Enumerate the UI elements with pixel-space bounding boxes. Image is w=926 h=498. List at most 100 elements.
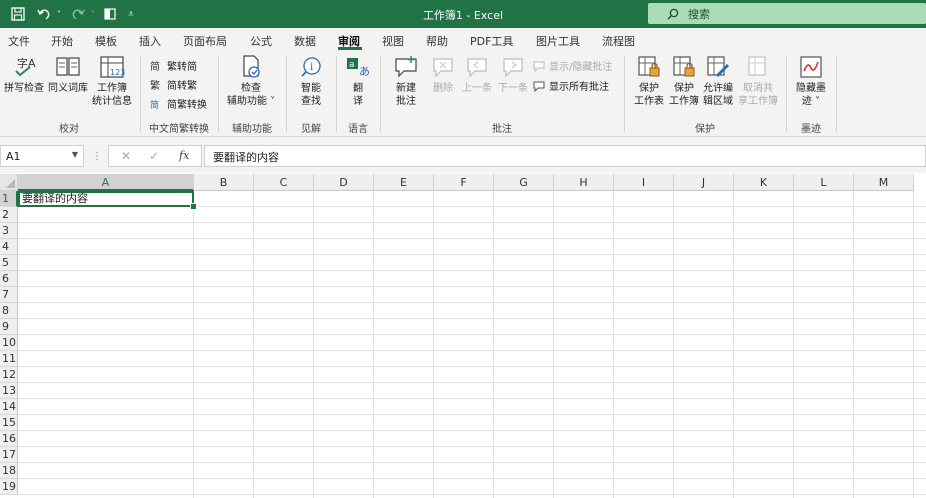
previous-comment-button[interactable]: 上一条 xyxy=(460,54,494,95)
delete-comment-button[interactable]: 删除 xyxy=(428,54,458,95)
ribbon-tabs: 文件 开始 模板 插入 页面布局 公式 数据 审阅 视图 帮助 PDF工具 图片… xyxy=(0,28,926,50)
check-accessibility-button[interactable]: 检查 辅助功能 ˅ xyxy=(222,54,280,108)
workbook-stats-button[interactable]: 123 工作簿 统计信息 xyxy=(90,54,134,108)
column-header-D[interactable]: D xyxy=(314,174,374,191)
row-header-17[interactable]: 17 xyxy=(0,447,18,463)
column-header-J[interactable]: J xyxy=(674,174,734,191)
simp-to-trad-button[interactable]: 繁 简转繁 xyxy=(150,77,197,93)
next-comment-button[interactable]: 下一条 xyxy=(496,54,530,95)
unshare-workbook-icon xyxy=(744,54,772,80)
column-header-F[interactable]: F xyxy=(434,174,494,191)
tab-picture-tools[interactable]: 图片工具 xyxy=(536,33,580,49)
row-header-13[interactable]: 13 xyxy=(0,383,18,399)
cancel-icon[interactable]: ✕ xyxy=(121,149,131,163)
enter-icon[interactable]: ✓ xyxy=(149,149,159,163)
svg-text:あ: あ xyxy=(359,65,370,78)
tab-data[interactable]: 数据 xyxy=(294,33,316,49)
formula-bar-grip-icon: ⋮ xyxy=(92,151,102,162)
grid-line xyxy=(18,414,926,415)
tab-flowchart[interactable]: 流程图 xyxy=(602,33,635,49)
translate-button[interactable]: aあ 翻 译 xyxy=(340,54,376,108)
column-header-B[interactable]: B xyxy=(194,174,254,191)
tab-template[interactable]: 模板 xyxy=(95,33,117,49)
row-header-10[interactable]: 10 xyxy=(0,335,18,351)
protect-sheet-label-1: 保护 xyxy=(639,83,659,94)
row-header-9[interactable]: 9 xyxy=(0,319,18,335)
column-header-I[interactable]: I xyxy=(614,174,674,191)
column-header-A[interactable]: A xyxy=(18,174,194,191)
column-header-C[interactable]: C xyxy=(254,174,314,191)
accessibility-label-1: 检查 xyxy=(241,83,261,94)
column-header-L[interactable]: L xyxy=(794,174,854,191)
tab-file[interactable]: 文件 xyxy=(8,33,30,49)
row-header-6[interactable]: 6 xyxy=(0,271,18,287)
column-header-E[interactable]: E xyxy=(374,174,434,191)
show-hide-comment-button[interactable]: 显示/隐藏批注 xyxy=(532,58,612,73)
smart-lookup-button[interactable]: i 智能 查找 xyxy=(290,54,332,108)
row-header-16[interactable]: 16 xyxy=(0,431,18,447)
svg-text:字A: 字A xyxy=(17,56,36,70)
row-header-11[interactable]: 11 xyxy=(0,351,18,367)
hide-ink-button[interactable]: 隐藏墨 迹 ˅ xyxy=(790,54,832,108)
protect-workbook-button[interactable]: 保护 工作簿 xyxy=(666,54,702,108)
edit-ranges-label-1: 允许编 xyxy=(703,83,733,94)
protect-workbook-icon xyxy=(670,54,698,80)
row-header-5[interactable]: 5 xyxy=(0,255,18,271)
column-header-G[interactable]: G xyxy=(494,174,554,191)
row-header-8[interactable]: 8 xyxy=(0,303,18,319)
show-all-comments-button[interactable]: 显示所有批注 xyxy=(532,78,609,93)
row-header-4[interactable]: 4 xyxy=(0,239,18,255)
insert-function-icon[interactable]: fx xyxy=(179,149,189,162)
title-bar: ˅ ˅ ⩡ 工作簿1 - Excel 搜索 xyxy=(0,0,926,28)
grid-line xyxy=(18,286,926,287)
grid-line xyxy=(18,222,926,223)
formula-input[interactable]: 要翻译的内容 xyxy=(204,145,926,167)
row-header-15[interactable]: 15 xyxy=(0,415,18,431)
tab-view[interactable]: 视图 xyxy=(382,33,404,49)
tab-home[interactable]: 开始 xyxy=(51,33,73,49)
group-label-protect: 保护 xyxy=(695,124,715,135)
name-box-dropdown-icon[interactable]: ▼ xyxy=(72,150,78,159)
name-box[interactable]: A1 ▼ xyxy=(0,145,84,167)
row-header-18[interactable]: 18 xyxy=(0,463,18,479)
svg-text:繁: 繁 xyxy=(150,79,160,92)
tab-insert[interactable]: 插入 xyxy=(139,33,161,49)
protect-sheet-button[interactable]: 保护 工作表 xyxy=(630,54,668,108)
translate-label-1: 翻 xyxy=(353,83,363,94)
unshare-workbook-button[interactable]: 取消共 享工作簿 xyxy=(736,54,780,108)
row-header-3[interactable]: 3 xyxy=(0,223,18,239)
column-header-K[interactable]: K xyxy=(734,174,794,191)
allow-edit-ranges-button[interactable]: 允许编 辑区域 xyxy=(700,54,736,108)
tab-pdf-tools[interactable]: PDF工具 xyxy=(470,33,513,49)
row-header-14[interactable]: 14 xyxy=(0,399,18,415)
tab-formulas[interactable]: 公式 xyxy=(250,33,272,49)
tab-help[interactable]: 帮助 xyxy=(426,33,448,49)
search-placeholder: 搜索 xyxy=(688,7,710,21)
row-header-1[interactable]: 1 xyxy=(0,191,18,207)
svg-text:简: 简 xyxy=(150,60,160,73)
cell-A1[interactable]: 要翻译的内容 xyxy=(18,191,194,207)
worksheet-grid[interactable]: A B C D E F G H I J K L M 1 2 3 4 5 6 7 8 9 10 11 12 13 14 15 16 17 18… xyxy=(0,174,926,498)
trad-to-simp-button[interactable]: 简 繁转简 xyxy=(150,58,197,74)
grid-line xyxy=(18,398,926,399)
ribbon: 字A 拼写检查 同义词库 123 工作簿 统计信息 校对 简 繁转简 繁 简转繁… xyxy=(0,50,926,137)
column-header-H[interactable]: H xyxy=(554,174,614,191)
search-box[interactable]: 搜索 xyxy=(648,3,926,24)
group-separator xyxy=(836,56,837,132)
group-label-accessibility: 辅助功能 xyxy=(232,124,272,135)
spelling-button[interactable]: 字A 拼写检查 xyxy=(2,54,46,95)
column-header-M[interactable]: M xyxy=(854,174,914,191)
svg-text:123: 123 xyxy=(110,68,125,77)
select-all-button[interactable] xyxy=(0,174,18,191)
tab-page-layout[interactable]: 页面布局 xyxy=(183,33,227,49)
group-separator xyxy=(786,56,787,132)
convert-button[interactable]: 简 简繁转换 xyxy=(150,96,207,112)
thesaurus-button[interactable]: 同义词库 xyxy=(46,54,90,95)
grid-line xyxy=(18,254,926,255)
row-header-19[interactable]: 19 xyxy=(0,479,18,495)
fill-handle[interactable] xyxy=(190,203,197,210)
row-header-12[interactable]: 12 xyxy=(0,367,18,383)
row-header-7[interactable]: 7 xyxy=(0,287,18,303)
new-comment-button[interactable]: 新建 批注 xyxy=(386,54,426,108)
row-header-2[interactable]: 2 xyxy=(0,207,18,223)
